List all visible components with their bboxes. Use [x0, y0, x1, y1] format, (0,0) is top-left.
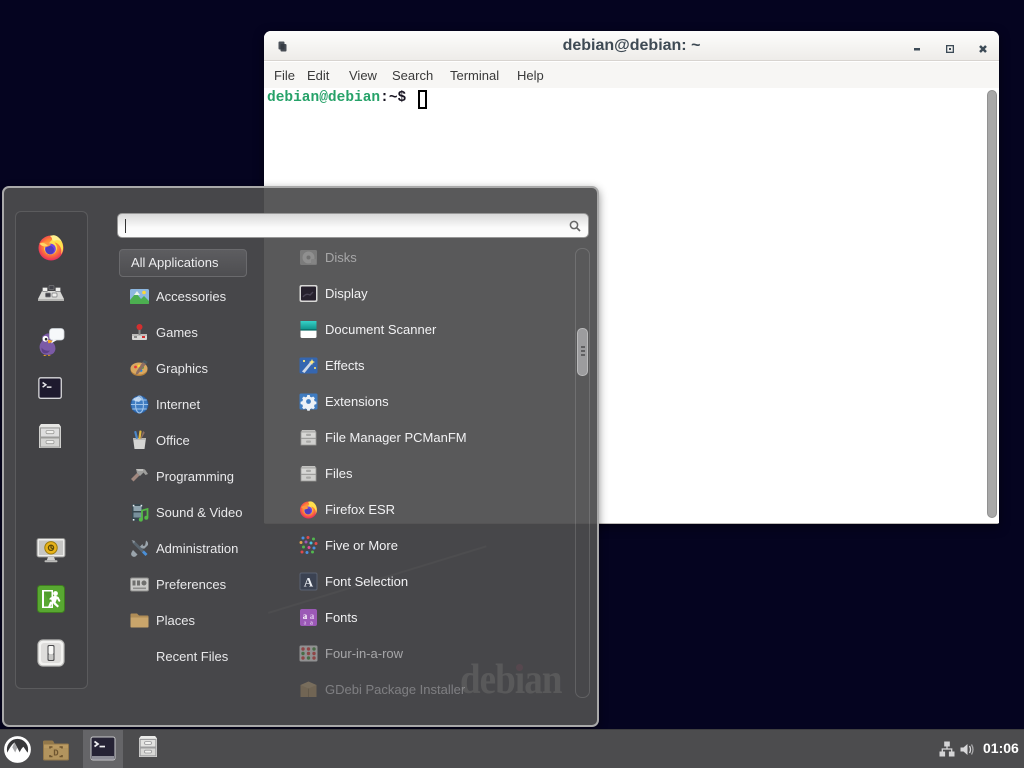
- svg-text:A: A: [304, 574, 314, 589]
- svg-text:a: a: [310, 620, 313, 626]
- svg-text:a: a: [303, 611, 308, 621]
- svg-text:a: a: [304, 620, 307, 626]
- svg-text:D: D: [53, 749, 59, 759]
- svg-text:a: a: [310, 611, 315, 621]
